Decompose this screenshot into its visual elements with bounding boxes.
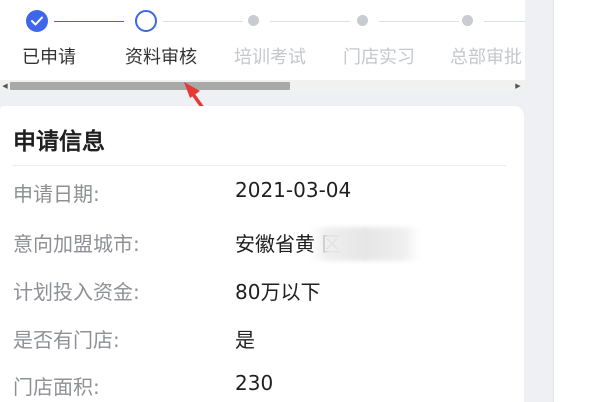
step-review: 资料审核 bbox=[125, 0, 245, 80]
application-info-card: 申请信息 申请日期: 2021-03-04 意向加盟城市: 安徽省黄 区 计划投… bbox=[0, 106, 524, 402]
info-row-date: 申请日期: 2021-03-04 bbox=[13, 178, 513, 208]
scroll-left-icon[interactable]: ◀ bbox=[1, 82, 9, 90]
pending-step-icon bbox=[248, 15, 259, 26]
card-title: 申请信息 bbox=[13, 129, 105, 155]
field-label: 申请日期: bbox=[13, 182, 100, 206]
step-applied: 已申请 bbox=[22, 0, 136, 80]
right-gutter bbox=[525, 0, 553, 402]
step-connector bbox=[379, 21, 459, 22]
step-connector bbox=[484, 21, 525, 22]
step-training: 培训考试 bbox=[234, 0, 358, 80]
step-label-internship: 门店实习 bbox=[343, 47, 415, 68]
horizontal-scrollbar[interactable]: ◀ ▶ bbox=[0, 80, 525, 92]
current-step-icon bbox=[135, 10, 157, 32]
step-label-review: 资料审核 bbox=[125, 47, 197, 68]
field-value: 80万以下 bbox=[235, 280, 321, 304]
field-label: 是否有门店: bbox=[13, 328, 120, 352]
info-row-city: 意向加盟城市: 安徽省黄 区 bbox=[13, 228, 513, 258]
progress-steps: 已申请 资料审核 培训考试 门店实习 总部审批 bbox=[0, 0, 525, 80]
redaction-blur bbox=[310, 227, 420, 261]
field-label: 计划投入资金: bbox=[13, 280, 140, 304]
step-label-applied: 已申请 bbox=[22, 47, 76, 68]
field-value: 是 bbox=[235, 328, 255, 352]
pending-step-icon bbox=[462, 15, 473, 26]
field-label: 门店面积: bbox=[13, 375, 100, 399]
step-connector bbox=[163, 21, 243, 22]
scroll-right-icon[interactable]: ▶ bbox=[514, 82, 522, 90]
check-icon bbox=[26, 10, 48, 32]
scrollbar-thumb[interactable] bbox=[10, 82, 290, 90]
info-row-has-store: 是否有门店: 是 bbox=[13, 324, 513, 354]
field-value: 230 bbox=[235, 371, 274, 395]
divider bbox=[13, 165, 506, 166]
step-connector bbox=[270, 21, 350, 22]
step-connector bbox=[54, 21, 124, 22]
pending-step-icon bbox=[357, 15, 368, 26]
step-label-training: 培训考试 bbox=[234, 47, 306, 68]
field-value: 2021-03-04 bbox=[235, 178, 352, 202]
side-panel bbox=[553, 0, 600, 402]
info-row-store-area: 门店面积: 230 bbox=[13, 371, 513, 401]
step-label-approval: 总部审批 bbox=[450, 47, 522, 68]
field-label: 意向加盟城市: bbox=[13, 232, 140, 256]
step-approval: 总部审批 bbox=[450, 0, 525, 80]
info-row-investment: 计划投入资金: 80万以下 bbox=[13, 276, 513, 306]
